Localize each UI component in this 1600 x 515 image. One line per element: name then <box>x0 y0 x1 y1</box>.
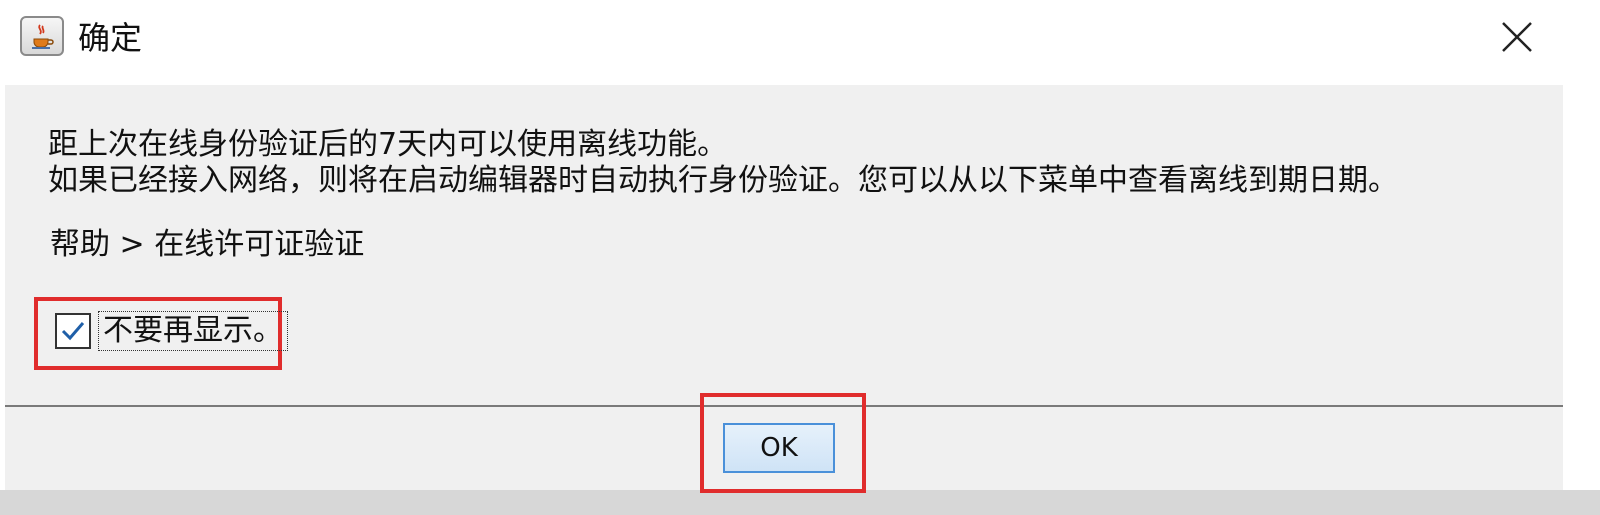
close-icon[interactable] <box>1496 16 1540 60</box>
dialog-window: 确定 距上次在线身份验证后的7天内可以使用离线功能。 如果已经接入网络，则将在启… <box>0 0 1600 515</box>
message-line-1: 距上次在线身份验证后的7天内可以使用离线功能。 <box>48 127 728 162</box>
message-text: 距上次在线身份验证后的7天内可以使用离线功能。 如果已经接入网络，则将在启动编辑… <box>48 127 1398 199</box>
bottom-edge <box>0 490 1600 515</box>
window-edge <box>1566 0 1600 515</box>
message-line-2: 如果已经接入网络，则将在启动编辑器时自动执行身份验证。您可以从以下菜单中查看离线… <box>48 163 1398 198</box>
title-bar: 确定 <box>0 0 1600 85</box>
ok-button[interactable]: OK <box>723 423 835 473</box>
java-cup-icon <box>20 16 64 56</box>
window-title: 确定 <box>78 19 143 57</box>
menu-path: 帮助 > 在线许可证验证 <box>50 227 365 262</box>
dont-show-again-checkbox[interactable] <box>55 313 91 349</box>
checkmark-icon <box>61 322 85 341</box>
checkbox-label[interactable]: 不要再显示。 <box>98 311 288 351</box>
